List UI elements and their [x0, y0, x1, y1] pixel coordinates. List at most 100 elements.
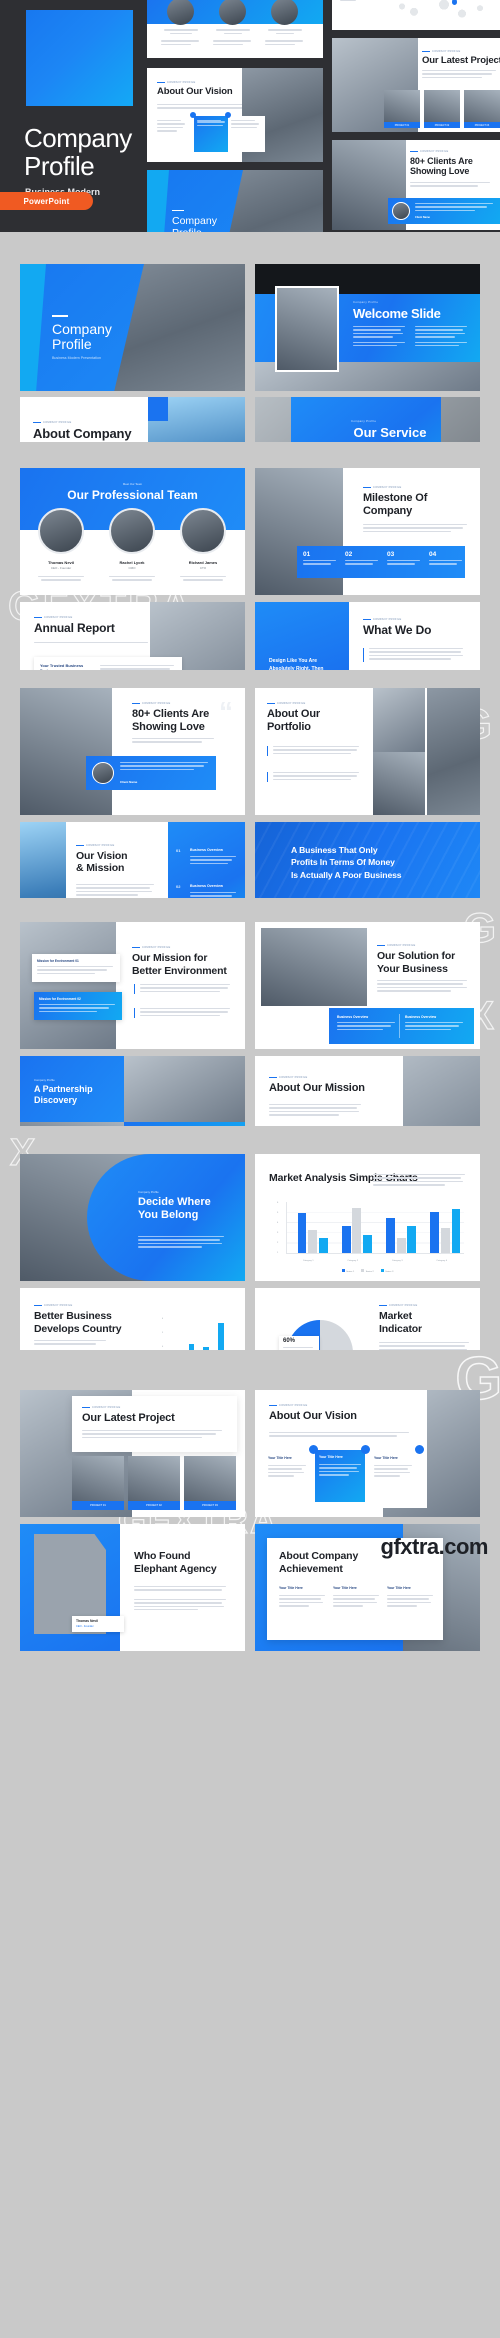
- testimonial-card: Client Name: [86, 756, 216, 790]
- avatar: [109, 508, 155, 554]
- body-text: [34, 642, 152, 645]
- card-title: Your Title Here: [279, 1586, 303, 1590]
- team-member-role: CEO - Founder: [50, 566, 72, 570]
- mini-slide-about-our-vision: Company Profile About Our Vision: [147, 68, 323, 162]
- bar: [308, 1230, 318, 1253]
- bar: [386, 1218, 395, 1253]
- item-number: 02: [176, 884, 181, 889]
- bar: [363, 1234, 372, 1253]
- slide-title: 80+ Clients Are Showing Love: [132, 708, 210, 733]
- milestone-step: 01: [303, 551, 336, 567]
- body-text: [353, 326, 405, 348]
- slide-title: About Our Vision: [269, 1410, 357, 1422]
- slide-milestone-of-company: Company Profile Milestone Of Company 01 …: [255, 468, 480, 595]
- panel-card-title: Business Overview: [337, 1015, 369, 1019]
- slide-welcome: Company Profile Welcome Slide: [255, 264, 480, 391]
- portfolio-thumb: [427, 688, 480, 815]
- chart-legend: Series 1 Series 2 Series 3: [255, 1269, 480, 1273]
- section-5: X Company Profile Decide Where You Belon…: [0, 1126, 500, 1415]
- team-member-role: CTO: [199, 566, 207, 570]
- slide-market-analysis-charts: Market Analysis Simple Charts 6 5 4 3 2 …: [255, 1154, 480, 1281]
- slide-photo: [20, 688, 112, 815]
- body-text: [269, 1432, 409, 1439]
- section-2: GFXTRA Meet Our Team Our Professional Te…: [0, 442, 500, 729]
- card-title: Your Title Here: [333, 1586, 357, 1590]
- slide-kicker: Company Profile: [363, 618, 401, 621]
- slide-kicker: Company Profile: [377, 944, 415, 947]
- slide-kicker: Company Profile: [34, 1304, 72, 1307]
- slide-photo: [261, 928, 367, 1006]
- powerpoint-badge[interactable]: PowerPoint: [0, 192, 93, 210]
- avatar: [38, 508, 84, 554]
- bar: [318, 1237, 328, 1253]
- slide-about-our-vision: Company Profile About Our Vision Your Ti…: [255, 1390, 480, 1517]
- vision-card: Your Title Here: [315, 1450, 365, 1502]
- body-text: [373, 1174, 465, 1188]
- hero-slide-collage: Company Profile About Our Vision: [140, 0, 500, 232]
- slide-title: Our Professional Team: [67, 488, 198, 502]
- vision-card-3: [231, 116, 265, 152]
- mini-slide-map: [332, 0, 500, 30]
- step-number: 02: [345, 551, 353, 558]
- cover-title: Company Profile: [52, 321, 112, 353]
- slide-title: Decide Where You Belong: [138, 1196, 211, 1222]
- body-text: [82, 1430, 222, 1440]
- vision-marker-icon: [415, 1445, 424, 1454]
- vision-marker-icon: [309, 1445, 318, 1454]
- team-member-name: [161, 29, 201, 47]
- body-text: [267, 772, 359, 783]
- vision-card: Your Title Here: [265, 1452, 309, 1500]
- bar: [396, 1237, 406, 1253]
- milestone-step: 04: [429, 551, 462, 567]
- body-text: [363, 524, 467, 534]
- founder-role: CEO - Founder: [76, 1625, 94, 1628]
- project-button[interactable]: PROJECT 02: [128, 1501, 180, 1510]
- map-caption: [340, 0, 368, 3]
- body-text: [363, 648, 463, 662]
- bar: [440, 1227, 450, 1253]
- milestone-steps: 01 02 03 04: [297, 546, 465, 578]
- slide-kicker: Company Profile: [157, 81, 195, 84]
- slide-kicker: Company Profile: [33, 421, 71, 424]
- team-member-name: [213, 29, 253, 47]
- slide-photo: [124, 1056, 245, 1122]
- slide-photo: [20, 922, 116, 1049]
- slide-kicker: Company Profile: [410, 150, 448, 153]
- slide-title: Our Vision & Mission: [76, 850, 128, 875]
- slide-decide-where-you-belong: Company Profile Decide Where You Belong: [20, 1154, 245, 1281]
- avatar: [92, 762, 114, 784]
- body-text: [410, 182, 490, 189]
- mission-card: Mission for Environment 01: [32, 954, 120, 982]
- slide-title: About Our Portfolio: [267, 708, 321, 733]
- slide-title: Our Latest Project: [82, 1412, 175, 1424]
- testimonial-author: Client Name: [120, 780, 138, 784]
- logo-badge: [148, 397, 168, 421]
- project-button[interactable]: PROJECT 01: [72, 1501, 124, 1510]
- cover-title: Company Profile: [172, 215, 217, 232]
- project-button[interactable]: PROJECT 01: [384, 122, 420, 128]
- solution-panel: Business Overview Business Overview: [329, 1008, 474, 1044]
- team-member-name: [265, 29, 305, 47]
- project-button[interactable]: PROJECT 02: [424, 122, 460, 128]
- quote-mark-icon: “: [219, 696, 233, 727]
- body-text: [415, 326, 467, 348]
- section-3: G Company Profile 80+ Clients Are Showin…: [0, 670, 500, 949]
- pie-label: 60%: [283, 1338, 296, 1344]
- vision-marker-icon: [190, 112, 196, 118]
- slide-our-solution-business: Company Profile Our Solution for Your Bu…: [255, 922, 480, 1049]
- vision-marker-icon: [225, 112, 231, 118]
- slide-company-profile-cover: Company Profile Business Modern Presenta…: [20, 264, 245, 391]
- step-number: 04: [429, 551, 437, 558]
- team-member: Rachel Lyork CMO: [101, 560, 163, 581]
- slide-title: Market Indicator: [379, 1310, 422, 1335]
- project-button[interactable]: PROJECT 03: [464, 122, 500, 128]
- slide-our-professional-team: Meet Our Team Our Professional Team Thom…: [20, 468, 245, 595]
- mini-slide-our-latest-project: Company Profile Our Latest Project PROJE…: [332, 38, 500, 132]
- project-button[interactable]: PROJECT 03: [184, 1501, 236, 1510]
- slide-title: 80+ Clients Are Showing Love: [410, 156, 473, 177]
- bar: [297, 1213, 307, 1253]
- slide-portrait: [275, 286, 339, 372]
- avatar: [392, 202, 410, 220]
- slide-title: Our Latest Project: [422, 55, 500, 66]
- slide-kicker: Company Profile: [267, 702, 305, 705]
